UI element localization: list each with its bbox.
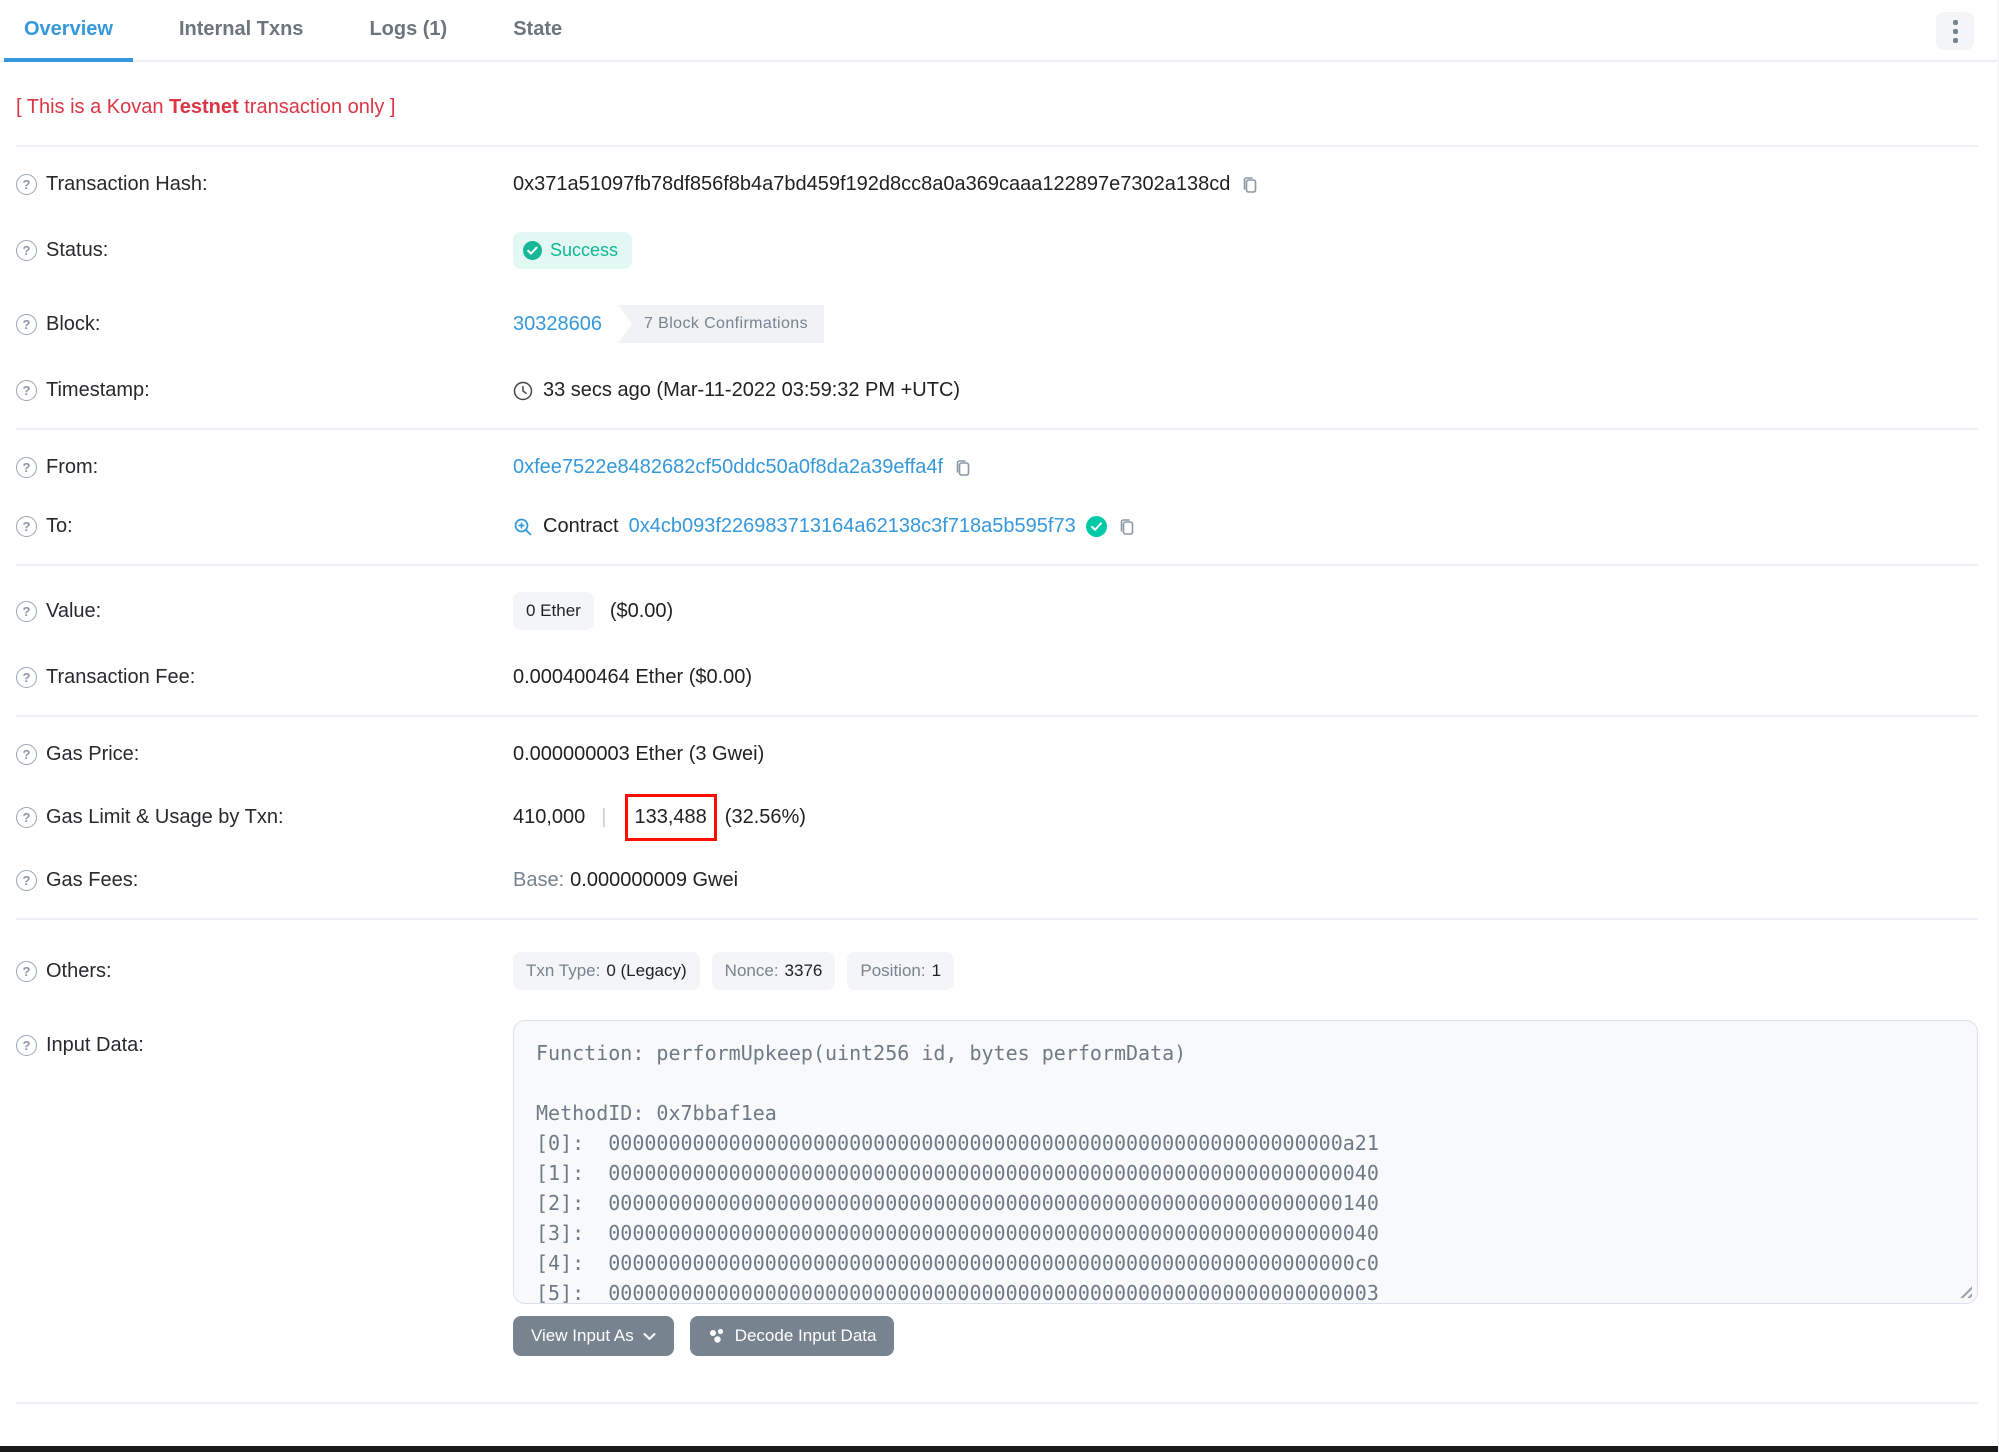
help-icon[interactable]: ? [16, 1035, 37, 1056]
banner-suffix: transaction only ] [238, 96, 396, 118]
row-to: ? To: Contract 0x4cb093f226983713164a621… [0, 497, 1998, 556]
timestamp-label: Timestamp: [46, 379, 150, 401]
usd-value: ($0.00) [609, 599, 674, 622]
to-label: To: [46, 515, 73, 537]
help-icon[interactable]: ? [16, 870, 37, 891]
from-label: From: [46, 456, 99, 478]
banner-bold: Testnet [169, 96, 239, 118]
zoom-in-icon[interactable] [513, 517, 533, 537]
help-icon[interactable]: ? [16, 667, 37, 688]
row-gas-price: ? Gas Price: 0.000000003 Ether (3 Gwei) [0, 725, 1998, 784]
decode-icon [709, 1328, 723, 1343]
decode-input-data-button[interactable]: Decode Input Data [689, 1316, 895, 1356]
input-data-textarea[interactable]: Function: performUpkeep(uint256 id, byte… [513, 1020, 1978, 1304]
help-icon[interactable]: ? [16, 174, 37, 195]
base-fee-label: Base: [513, 869, 565, 891]
help-icon[interactable]: ? [16, 457, 37, 478]
pipe-separator: | [601, 806, 607, 828]
to-contract-prefix: Contract [543, 515, 619, 537]
row-timestamp: ? Timestamp: 33 secs ago (Mar-11-2022 03… [0, 361, 1998, 420]
row-others: ? Others: Txn Type: 0 (Legacy) Nonce: 3376… [0, 928, 1998, 1014]
tx-fee-value: 0.000400464 Ether ($0.00) [513, 666, 753, 688]
gas-fees-label: Gas Fees: [46, 869, 139, 891]
bottom-bar [0, 1446, 1998, 1452]
resize-grip[interactable] [1957, 1283, 1972, 1298]
section-value: ? Value: 0 Ether ($0.00) ? Transaction F… [0, 566, 1998, 715]
block-confirmations-badge: 7 Block Confirmations [617, 305, 825, 343]
help-icon[interactable]: ? [16, 744, 37, 765]
row-status: ? Status: Success [0, 214, 1998, 287]
tab-overview[interactable]: Overview [4, 0, 133, 62]
view-input-as-button[interactable]: View Input As [513, 1316, 674, 1356]
block-label: Block: [46, 312, 101, 335]
copy-icon[interactable] [953, 458, 973, 478]
tab-internal-txns[interactable]: Internal Txns [159, 0, 323, 62]
tx-fee-label: Transaction Fee: [46, 666, 196, 688]
status-text: Success [550, 240, 619, 260]
section-summary: ? Transaction Hash: 0x371a51097fb78df856… [0, 147, 1998, 428]
position-badge: Position: 1 [847, 952, 955, 990]
row-transaction-hash: ? Transaction Hash: 0x371a51097fb78df856… [0, 155, 1998, 214]
kebab-menu-button[interactable] [1936, 12, 1974, 50]
tx-hash-label: Transaction Hash: [46, 173, 208, 195]
timestamp-value: 33 secs ago (Mar-11-2022 03:59:32 PM +UT… [543, 379, 961, 401]
gas-used-percent: (32.56%) [724, 806, 806, 828]
gas-used-value: 133,488 [634, 806, 707, 828]
help-icon[interactable]: ? [16, 313, 37, 335]
clock-icon [513, 381, 533, 400]
tab-logs[interactable]: Logs (1) [349, 0, 467, 62]
row-input-data: ? Input Data: Function: performUpkeep(ui… [0, 1014, 1998, 1304]
chevron-down-icon [643, 1332, 656, 1340]
from-address-link[interactable]: 0xfee7522e8482682cf50ddc50a0f8da2a39effa… [513, 456, 943, 479]
verified-check-icon [1085, 516, 1107, 537]
section-gas: ? Gas Price: 0.000000003 Ether (3 Gwei) … [0, 717, 1998, 918]
help-icon[interactable]: ? [16, 240, 37, 261]
to-address-link[interactable]: 0x4cb093f226983713164a62138c3f718a5b595f… [629, 515, 1076, 538]
tab-bar: Overview Internal Txns Logs (1) State [0, 0, 1998, 62]
tab-state[interactable]: State [493, 0, 582, 62]
nonce-badge: Nonce: 3376 [711, 952, 836, 990]
status-badge: Success [513, 232, 633, 269]
gas-limit-value: 410,000 [513, 806, 586, 828]
gas-limit-label: Gas Limit & Usage by Txn: [46, 806, 284, 828]
help-icon[interactable]: ? [16, 960, 37, 982]
copy-icon[interactable] [1240, 175, 1260, 195]
input-data-content: Function: performUpkeep(uint256 id, byte… [536, 1041, 1379, 1304]
row-gas-fees: ? Gas Fees: Base: 0.000000009 Gwei [0, 851, 1998, 910]
txn-type-badge: Txn Type: 0 (Legacy) [513, 952, 700, 990]
ether-value-badge: 0 Ether [513, 592, 594, 630]
block-number-link[interactable]: 30328606 [513, 313, 602, 336]
input-data-actions: View Input As Decode Input Data [513, 1316, 1978, 1356]
base-fee-value: 0.000000009 Gwei [570, 869, 739, 891]
copy-icon[interactable] [1117, 517, 1137, 537]
help-icon[interactable]: ? [16, 516, 37, 537]
value-label: Value: [46, 599, 102, 622]
gas-price-label: Gas Price: [46, 743, 140, 765]
gas-price-value: 0.000000003 Ether (3 Gwei) [513, 743, 765, 765]
gas-used-highlight-box: 133,488 [624, 794, 717, 841]
status-label: Status: [46, 239, 109, 261]
divider [16, 1402, 1978, 1404]
input-data-label: Input Data: [46, 1034, 144, 1056]
row-transaction-fee: ? Transaction Fee: 0.000400464 Ether ($0… [0, 648, 1998, 707]
banner-prefix: [ This is a Kovan [16, 96, 170, 118]
row-block: ? Block: 30328606 7 Block Confirmations [0, 287, 1998, 361]
transaction-overview-page: Overview Internal Txns Logs (1) State [ … [0, 0, 1999, 1452]
section-parties: ? From: 0xfee7522e8482682cf50ddc50a0f8da… [0, 430, 1998, 564]
row-gas-limit-usage: ? Gas Limit & Usage by Txn: 410,000 | 13… [0, 784, 1998, 851]
others-label: Others: [46, 959, 112, 982]
testnet-banner: [ This is a Kovan Testnet transaction on… [0, 62, 1998, 145]
row-value: ? Value: 0 Ether ($0.00) [0, 574, 1998, 648]
help-icon[interactable]: ? [16, 807, 37, 828]
section-others: ? Others: Txn Type: 0 (Legacy) Nonce: 3376… [0, 920, 1998, 1364]
tx-hash-value: 0x371a51097fb78df856f8b4a7bd459f192d8cc8… [513, 173, 1231, 195]
help-icon[interactable]: ? [16, 600, 37, 622]
check-circle-icon [523, 241, 542, 260]
help-icon[interactable]: ? [16, 380, 37, 401]
row-from: ? From: 0xfee7522e8482682cf50ddc50a0f8da… [0, 438, 1998, 497]
